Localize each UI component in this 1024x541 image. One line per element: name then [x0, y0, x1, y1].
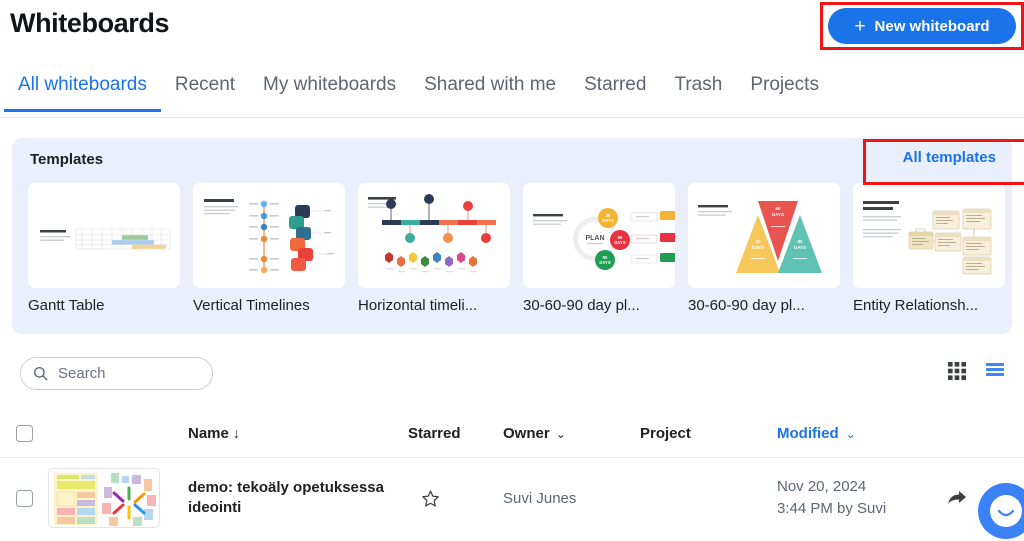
- all-templates-link[interactable]: All templates: [903, 149, 996, 166]
- template-card-vertical-timelines[interactable]: Vertical Timelines: [193, 183, 345, 314]
- column-header-owner-label: Owner: [503, 425, 550, 442]
- column-header-name[interactable]: Name ↓: [188, 425, 408, 442]
- template-card-gantt-table[interactable]: Gantt Table: [28, 183, 180, 314]
- templates-panel: Templates All templates Gantt Table Vert…: [12, 138, 1024, 334]
- template-thumbnail-plan-triangles: 60 DAYS 30 DAYS 90 DAYS: [688, 183, 840, 288]
- svg-text:90: 90: [797, 239, 803, 244]
- templates-title: Templates: [30, 151, 104, 168]
- template-card-entity-relationship[interactable]: Entity Relationsh...: [853, 183, 1005, 314]
- whiteboard-owner: Suvi Junes: [503, 489, 577, 507]
- column-header-starred[interactable]: Starred: [408, 425, 503, 442]
- row-starred-cell: [408, 489, 503, 508]
- page-header: Whiteboards + New whiteboard: [0, 0, 1024, 60]
- template-card-30-60-90-triangles[interactable]: 60 DAYS 30 DAYS 90 DAYS 30-60-90 day pl...: [688, 183, 840, 314]
- template-thumbnail-erd: [853, 183, 1005, 288]
- list-view-icon[interactable]: [986, 362, 1004, 380]
- svg-text:30: 30: [755, 239, 761, 244]
- template-thumbnail-vertical-timeline: [193, 183, 345, 288]
- whiteboards-page: Whiteboards + New whiteboard All whitebo…: [0, 0, 1024, 541]
- select-all-checkbox[interactable]: [15, 425, 33, 442]
- tab-trash[interactable]: Trash: [660, 68, 736, 112]
- modified-date: Nov 20, 2024: [777, 477, 867, 495]
- grid-view-icon[interactable]: [948, 362, 966, 380]
- svg-text:DAYS: DAYS: [614, 240, 625, 245]
- row-checkbox-cell: [0, 489, 48, 507]
- svg-text:60: 60: [775, 206, 781, 211]
- star-icon[interactable]: [421, 489, 440, 508]
- search-icon: [33, 366, 48, 381]
- template-thumbnail-horizontal-timeline: [358, 183, 510, 288]
- column-header-owner[interactable]: Owner ⌄: [503, 425, 640, 442]
- new-whiteboard-label: New whiteboard: [874, 17, 990, 35]
- templates-card-row: Gantt Table Vertical Timelines Horizonta…: [28, 183, 1005, 314]
- template-label: 30-60-90 day pl...: [523, 297, 640, 314]
- column-header-modified[interactable]: Modified ⌄: [777, 425, 856, 442]
- tab-projects[interactable]: Projects: [736, 68, 833, 112]
- row-checkbox[interactable]: [15, 489, 33, 507]
- table-header-row: Name ↓ Starred Owner ⌄ Project Modified ⌄: [0, 410, 1024, 458]
- plus-icon: +: [854, 15, 866, 37]
- chevron-down-icon: ⌄: [555, 426, 566, 441]
- template-thumbnail-gantt: [28, 183, 180, 288]
- svg-text:DAYS: DAYS: [794, 245, 806, 250]
- row-thumbnail-cell: [48, 468, 188, 528]
- modified-time: 3:44 PM by Suvi: [777, 500, 887, 517]
- whiteboard-name[interactable]: demo: tekoäly opetuksessa ideointi: [188, 478, 408, 518]
- new-whiteboard-button[interactable]: + New whiteboard: [828, 8, 1016, 44]
- tab-my-whiteboards[interactable]: My whiteboards: [249, 68, 410, 112]
- tab-all-whiteboards[interactable]: All whiteboards: [4, 68, 161, 112]
- svg-text:DAYS: DAYS: [752, 245, 764, 250]
- share-icon[interactable]: [947, 489, 967, 507]
- whiteboards-table: Name ↓ Starred Owner ⌄ Project Modified ⌄: [0, 410, 1024, 538]
- template-label: Horizontal timeli...: [358, 297, 478, 314]
- table-row[interactable]: demo: tekoäly opetuksessa ideointi Suvi …: [0, 458, 1024, 538]
- chat-smile-icon: [988, 493, 1024, 529]
- template-label: Vertical Timelines: [193, 297, 310, 314]
- template-card-horizontal-timelines[interactable]: Horizontal timeli...: [358, 183, 510, 314]
- svg-text:DAYS: DAYS: [599, 260, 610, 265]
- template-card-30-60-90-circles[interactable]: PLAN 30 DAYS 60 DAYS 90 DAYS 30-60-90 da…: [523, 183, 675, 314]
- sort-arrow-icon: ↓: [232, 425, 240, 441]
- chevron-down-icon: ⌄: [845, 426, 856, 441]
- column-header-name-label: Name: [188, 425, 229, 442]
- tab-starred[interactable]: Starred: [570, 68, 660, 112]
- template-label: Entity Relationsh...: [853, 297, 979, 314]
- template-label: Gantt Table: [28, 297, 105, 314]
- whiteboard-thumbnail[interactable]: [48, 468, 160, 528]
- view-toggle-group: [948, 362, 1004, 380]
- tab-bar: All whiteboards Recent My whiteboards Sh…: [0, 68, 1024, 118]
- search-box[interactable]: [20, 357, 213, 390]
- svg-text:PLAN: PLAN: [585, 235, 604, 242]
- select-all-checkbox-cell: [0, 425, 48, 442]
- search-input[interactable]: [56, 364, 196, 383]
- whiteboard-modified: Nov 20, 2024 3:44 PM by Suvi: [777, 476, 947, 521]
- tab-recent[interactable]: Recent: [161, 68, 249, 112]
- page-title: Whiteboards: [10, 8, 170, 38]
- template-thumbnail-plan-circles: PLAN 30 DAYS 60 DAYS 90 DAYS: [523, 183, 675, 288]
- tab-shared-with-me[interactable]: Shared with me: [410, 68, 570, 112]
- column-header-project[interactable]: Project: [640, 425, 777, 442]
- svg-text:DAYS: DAYS: [772, 212, 784, 217]
- template-label: 30-60-90 day pl...: [688, 297, 805, 314]
- column-header-modified-label: Modified: [777, 425, 839, 442]
- svg-text:DAYS: DAYS: [602, 218, 613, 223]
